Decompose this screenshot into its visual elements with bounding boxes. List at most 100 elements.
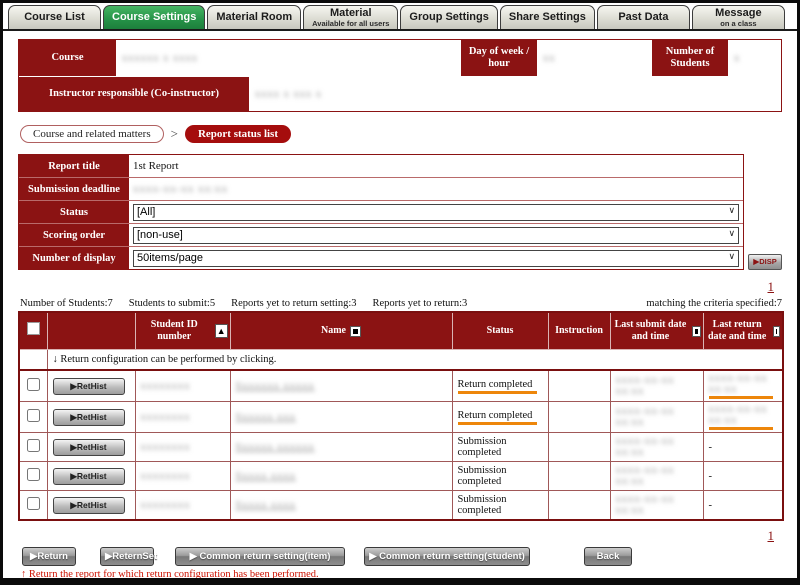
table-note-row: ↓ Return configuration can be performed … <box>19 350 783 371</box>
summary-line: Number of Students:7 Students to submit:… <box>20 298 782 309</box>
instruction-cell <box>548 370 610 402</box>
select-all-header[interactable] <box>19 312 47 350</box>
student-id-header[interactable]: Student ID number▲ <box>135 312 230 350</box>
student-name-link[interactable]: Sxxxxx xxx <box>236 412 296 423</box>
name-cell: Sxxxx xxxx <box>230 462 452 491</box>
row-checkbox[interactable] <box>27 378 40 391</box>
student-id-cell: xxxxxxxx <box>135 433 230 462</box>
sort-toggle-icon[interactable] <box>773 326 780 337</box>
student-name-link[interactable]: Sxxxx xxxx <box>236 500 296 511</box>
last-return-cell: xxxx-xx-xx xx:xx <box>703 370 783 402</box>
sort-toggle-icon[interactable] <box>350 326 361 337</box>
pagination-bottom: 1 <box>18 527 782 545</box>
row-checkbox-cell <box>19 402 47 433</box>
tab-message[interactable]: Message on a class <box>692 5 785 29</box>
tab-sublabel: Available for all users <box>312 20 389 28</box>
rethist-button[interactable]: ▶RetHist <box>53 468 125 485</box>
tab-label: Course Settings <box>112 12 196 24</box>
rethist-button[interactable]: ▶RetHist <box>53 378 125 395</box>
student-name-link[interactable]: Sxxxxxx xxxxx <box>236 381 315 392</box>
name-header[interactable]: Name <box>230 312 452 350</box>
number-of-students-value-masked: x <box>734 53 740 64</box>
instructor-value-cell: xxxx x xxx x <box>249 77 781 111</box>
status-text: Submission completed <box>458 436 507 458</box>
select-all-checkbox-icon[interactable] <box>27 322 40 335</box>
instruction-cell <box>548 402 610 433</box>
sort-ascending-icon[interactable]: ▲ <box>215 324 228 338</box>
rethist-button[interactable]: ▶RetHist <box>53 409 125 426</box>
submission-deadline-masked: xxxx-xx-xx xx:xx <box>133 183 228 195</box>
tab-label: Share Settings <box>509 12 586 24</box>
last-return-value: xxxx-xx-xx xx:xx <box>709 404 768 426</box>
footer-buttons: ▶Return ▶ReternSet ▶ Common return setti… <box>18 547 782 566</box>
rethist-button[interactable]: ▶RetHist <box>53 497 125 514</box>
tab-label: Group Settings <box>409 12 488 24</box>
status-cell: Return completed <box>452 402 548 433</box>
page-1-link-bottom[interactable]: 1 <box>768 528 775 543</box>
student-id-masked: xxxxxxxx <box>141 442 191 453</box>
student-id-cell: xxxxxxxx <box>135 462 230 491</box>
instruction-cell <box>548 433 610 462</box>
last-submit-header[interactable]: Last submit date and time <box>610 312 703 350</box>
instructor-value-masked: xxxx x xxx x <box>255 89 322 100</box>
student-name-link[interactable]: Sxxxxx xxxxxx <box>236 442 315 453</box>
note-row-empty-cell <box>19 350 47 371</box>
instruction-cell <box>548 462 610 491</box>
tab-label: Past Data <box>606 12 681 24</box>
last-return-header[interactable]: Last return date and time <box>703 312 783 350</box>
row-checkbox[interactable] <box>27 439 40 452</box>
rethist-cell: ▶RetHist <box>47 402 135 433</box>
last-submit-cell: xxxx-xx-xx xx:xx <box>610 491 703 521</box>
rethist-cell: ▶RetHist <box>47 433 135 462</box>
filter-section: Report title 1st Report Submission deadl… <box>18 154 782 270</box>
last-return-cell: - <box>703 433 783 462</box>
row-checkbox[interactable] <box>27 468 40 481</box>
number-of-display-select[interactable]: 50items/page <box>133 250 739 267</box>
table-row: ▶RetHist xxxxxxxx Sxxxx xxxx Submission … <box>19 462 783 491</box>
tab-course-list[interactable]: Course List <box>8 5 101 29</box>
name-cell: Sxxxxxx xxxxx <box>230 370 452 402</box>
tab-share-settings[interactable]: Share Settings <box>500 5 595 29</box>
tab-group-settings[interactable]: Group Settings <box>400 5 497 29</box>
last-return-cell: - <box>703 462 783 491</box>
status-select[interactable]: [All] <box>133 204 739 221</box>
course-label: Course <box>19 40 116 76</box>
footer-note: ↑ Return the report for which return con… <box>21 569 782 580</box>
status-filter-label: Status <box>19 201 129 223</box>
disp-button[interactable]: ▶DISP <box>748 254 782 270</box>
table-header-row: Student ID number▲ Name Status Instructi… <box>19 312 783 350</box>
tab-course-settings[interactable]: Course Settings <box>103 5 205 29</box>
rethist-button[interactable]: ▶RetHist <box>53 439 125 456</box>
instruction-header: Instruction <box>548 312 610 350</box>
status-text: Submission completed <box>458 494 507 516</box>
student-id-masked: xxxxxxxx <box>141 381 191 392</box>
return-button[interactable]: ▶Return <box>22 547 76 566</box>
common-return-setting-item-button[interactable]: ▶ Common return setting(item) <box>175 547 345 566</box>
retern-set-button[interactable]: ▶ReternSet <box>100 547 154 566</box>
number-of-students-label: Number of Students <box>652 40 728 76</box>
course-value-cell: xxxxxx x xxxx <box>116 40 461 76</box>
last-submit-masked: xxxx-xx-xx xx:xx <box>616 375 675 397</box>
scoring-order-select-wrap: [non-use] <box>133 227 739 244</box>
sort-toggle-icon[interactable] <box>692 326 700 337</box>
tab-sublabel: on a class <box>701 20 776 28</box>
course-info-table: Course xxxxxx x xxxx Day of week / hour … <box>18 39 782 112</box>
common-return-setting-student-button[interactable]: ▶ Common return setting(student) <box>364 547 530 566</box>
status-cell: Submission completed <box>452 491 548 521</box>
breadcrumb: Course and related matters > Report stat… <box>20 125 782 143</box>
rethist-cell: ▶RetHist <box>47 462 135 491</box>
page-1-link-top[interactable]: 1 <box>768 279 775 294</box>
tab-material[interactable]: Material Available for all users <box>303 5 398 29</box>
row-checkbox[interactable] <box>27 497 40 510</box>
summary-reports-yet-to-return-setting: Reports yet to return setting:3 <box>231 298 356 309</box>
tab-material-room[interactable]: Material Room <box>207 5 301 29</box>
row-checkbox-cell <box>19 491 47 521</box>
tab-past-data[interactable]: Past Data <box>597 5 690 29</box>
instructor-label: Instructor responsible (Co-instructor) <box>19 77 249 111</box>
breadcrumb-course-related-matters[interactable]: Course and related matters <box>20 125 164 143</box>
row-checkbox[interactable] <box>27 409 40 422</box>
back-button[interactable]: Back <box>584 547 632 566</box>
student-name-link[interactable]: Sxxxx xxxx <box>236 471 296 482</box>
student-id-cell: xxxxxxxx <box>135 402 230 433</box>
scoring-order-select[interactable]: [non-use] <box>133 227 739 244</box>
